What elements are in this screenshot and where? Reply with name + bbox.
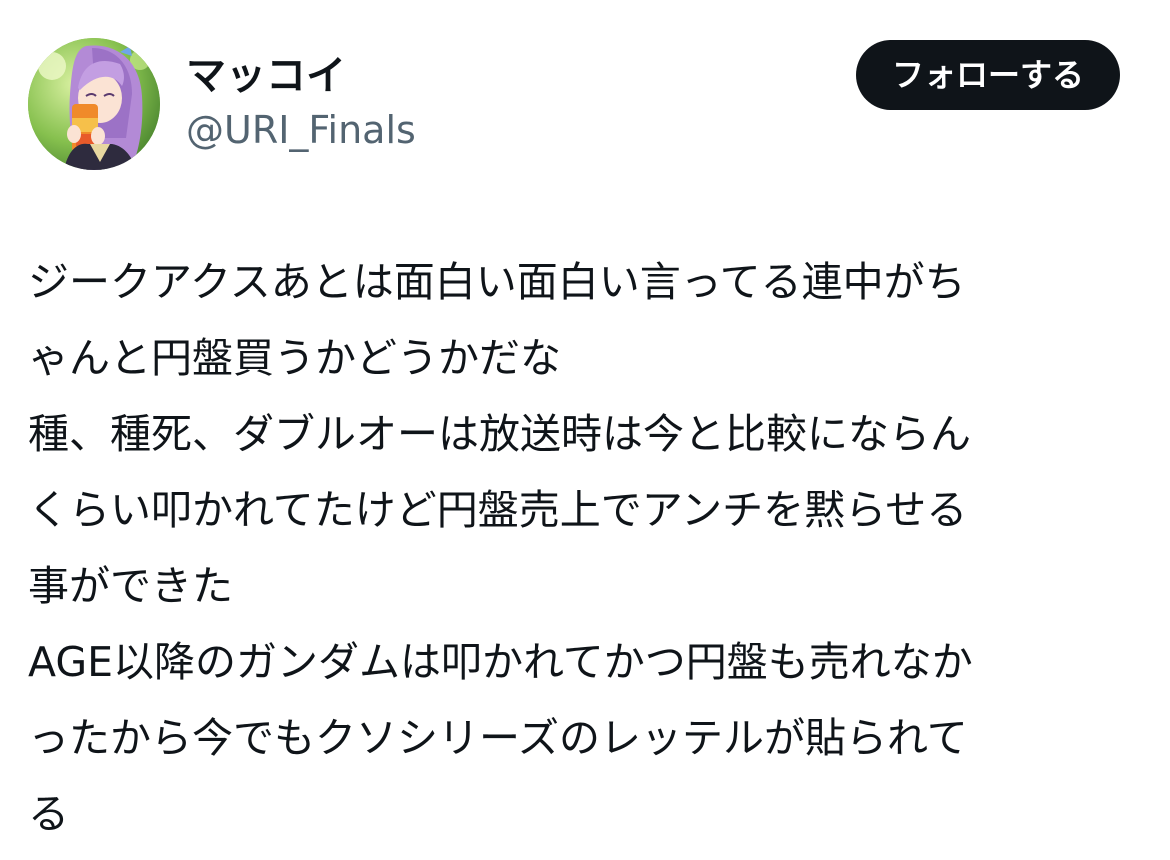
tweet-header: マッコイ @URI_Finals フォローする [28,38,1120,172]
user-handle[interactable]: @URI_Finals [186,106,416,154]
user-avatar-icon [28,38,160,170]
tweet-line: 事ができた [28,562,233,610]
user-avatar[interactable] [28,38,160,170]
display-name[interactable]: マッコイ [186,52,416,100]
tweet-line: ったから今でもクソシリーズのレッテルが貼られて [28,714,968,762]
tweet-line: ジークアクスあとは面白い面白い言ってる連中がち [28,258,966,306]
user-names: マッコイ @URI_Finals [186,52,416,154]
tweet-line: る [28,790,69,838]
tweet-line: AGE以降のガンダムは叩かれてかつ円盤も売れなか [28,638,973,686]
tweet-line: くらい叩かれてたけど円盤売上でアンチを黙らせる [28,486,968,534]
follow-button[interactable]: フォローする [855,40,1120,110]
tweet-text: ジークアクスあとは面白い面白い言ってる連中がち ゃんと円盤買うかどうかだな 種、… [28,244,1138,852]
tweet-line: ゃんと円盤買うかどうかだな [28,334,561,382]
tweet-line: 種、種死、ダブルオーは放送時は今と比較にならん [28,410,971,458]
